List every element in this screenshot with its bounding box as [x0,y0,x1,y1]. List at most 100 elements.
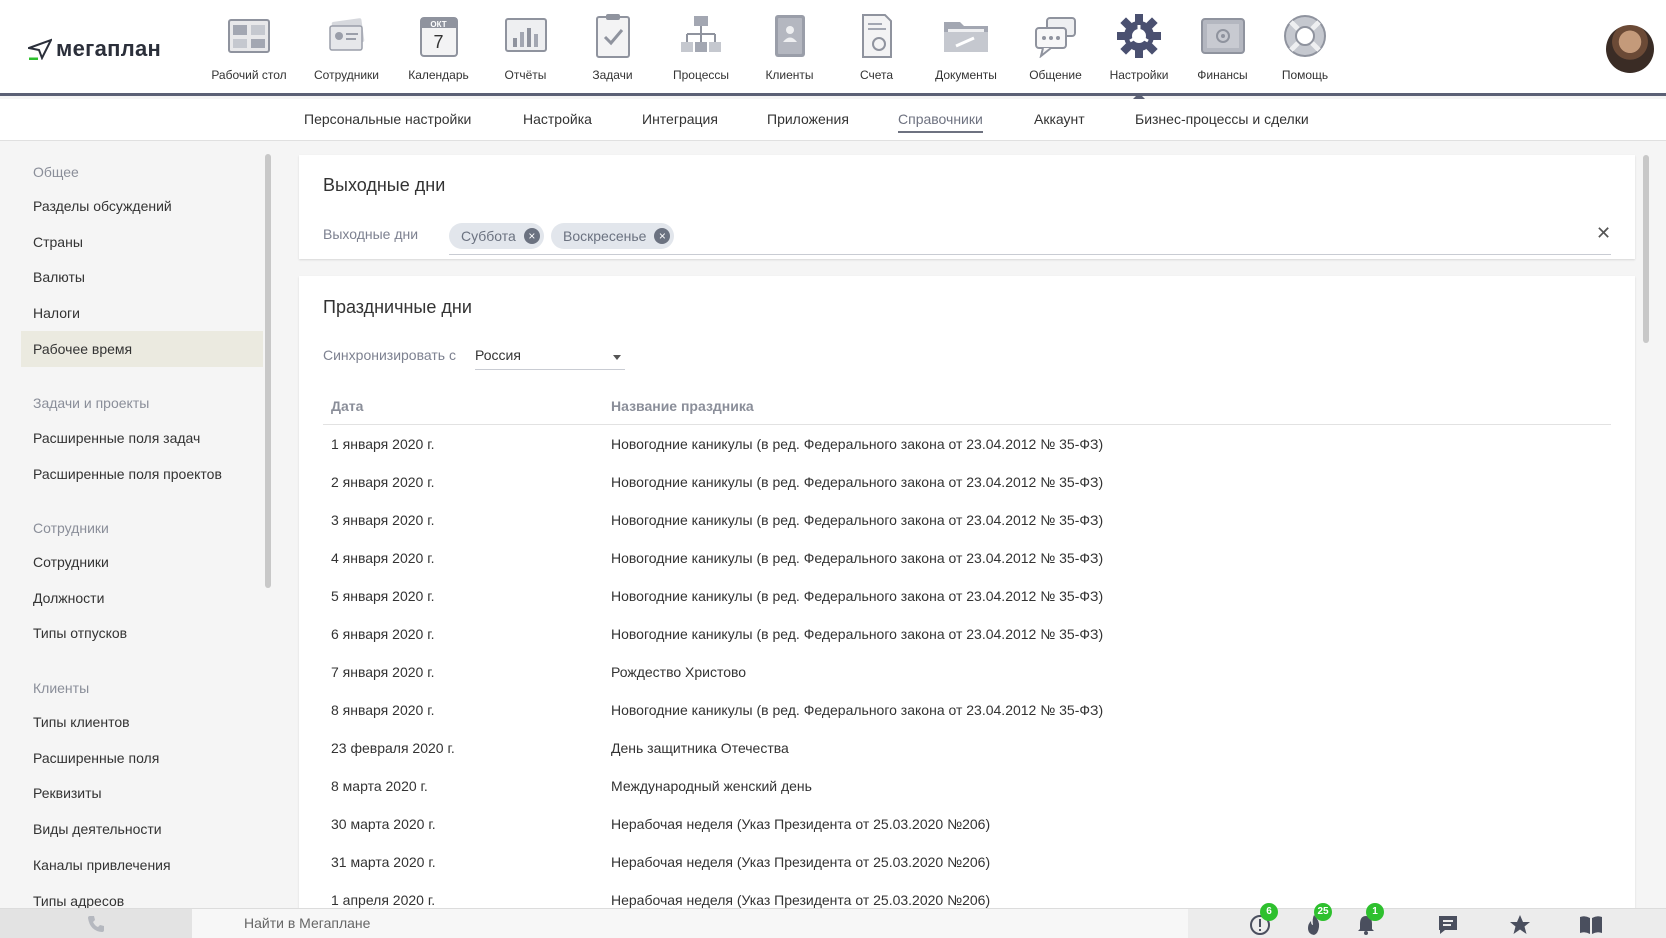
favorites-button[interactable] [1508,913,1532,937]
main-nav: Рабочий стол Сотрудники ОКТ 7 Календарь … [200,12,1344,99]
help-icon [1281,12,1329,60]
tab-directories[interactable]: Справочники [898,111,983,133]
notifications-badge: 1 [1366,903,1384,921]
nav-help[interactable]: Помощь [1266,12,1344,90]
nav-settings[interactable]: Настройки [1099,12,1179,99]
table-row[interactable]: 30 марта 2020 г. Нерабочая неделя (Указ П… [323,806,1611,844]
clients-icon [766,12,814,60]
column-header-date[interactable]: Дата [331,398,363,414]
table-row[interactable]: 5 января 2020 г. Новогодние каникулы (в р… [323,578,1611,616]
nav-desktop[interactable]: Рабочий стол [200,12,298,90]
phone-icon [88,916,104,932]
sidebar-item-client-types[interactable]: Типы клиентов [21,704,263,740]
sidebar-item-project-fields[interactable]: Расширенные поля проектов [21,456,263,492]
message-icon [1439,916,1457,934]
main-scrollbar[interactable] [1643,155,1649,343]
sidebar-item-task-fields[interactable]: Расширенные поля задач [21,420,263,456]
nav-clients[interactable]: Клиенты [746,12,833,90]
table-row[interactable]: 4 января 2020 г. Новогодние каникулы (в р… [323,540,1611,578]
logo[interactable]: мегаплан [28,34,161,64]
table-row[interactable]: 31 марта 2020 г. Нерабочая неделя (Указ П… [323,844,1611,882]
documents-icon [942,12,990,60]
table-row[interactable]: 1 апреля 2020 г. Нерабочая неделя (Указ П… [323,882,1611,908]
sidebar-item-requisites[interactable]: Реквизиты [21,775,263,811]
finance-icon [1199,12,1247,60]
sidebar-group-clients: Клиенты [33,680,90,696]
logo-text: мегаплан [56,36,162,61]
sidebar-group-general: Общее [33,164,79,180]
logo-plane-icon [28,38,52,60]
book-icon [1580,916,1602,934]
alerts-button[interactable]: 6 [1248,903,1278,937]
tasks-icon [589,12,637,60]
table-row[interactable]: 6 января 2020 г. Новогодние каникулы (в р… [323,616,1611,654]
sidebar: Общее Разделы обсуждений Страны Валюты Н… [0,142,280,908]
nav-processes[interactable]: Процессы [656,12,746,90]
weekends-title: Выходные дни [323,175,446,195]
tab-personal-settings[interactable]: Персональные настройки [304,111,471,127]
tab-integration[interactable]: Интеграция [642,111,718,127]
search-input[interactable] [244,915,1144,931]
messages-button[interactable] [1436,913,1460,937]
sidebar-item-extended-fields[interactable]: Расширенные поля [21,740,263,776]
phone-button[interactable] [0,909,192,938]
sync-label: Синхронизировать с [323,347,456,363]
sidebar-item-employees[interactable]: Сотрудники [21,544,263,580]
star-icon [1510,915,1530,934]
table-row[interactable]: 8 января 2020 г. Новогодние каникулы (в р… [323,692,1611,730]
sidebar-item-positions[interactable]: Должности [21,580,263,616]
nav-chat[interactable]: Общение [1012,12,1099,90]
column-header-holiday-name[interactable]: Название праздника [611,398,754,414]
tab-setup[interactable]: Настройка [523,111,592,127]
nav-invoices[interactable]: Счета [833,12,920,90]
table-row[interactable]: 8 марта 2020 г. Международный женский ден… [323,768,1611,806]
nav-reports[interactable]: Отчёты [482,12,569,90]
settings-icon [1115,12,1163,60]
sidebar-item-leave-types[interactable]: Типы отпусков [21,615,263,651]
table-row[interactable]: 7 января 2020 г. Рождество Христово [323,654,1611,692]
sidebar-item-activity-types[interactable]: Виды деятельности [21,811,263,847]
table-row[interactable]: 23 февраля 2020 г. День защитника Отечест… [323,730,1611,768]
user-avatar[interactable] [1606,25,1654,73]
sidebar-group-employees: Сотрудники [33,520,109,536]
hot-badge: 25 [1314,903,1332,921]
weekends-input-underline[interactable] [449,254,1611,255]
sub-nav: Персональные настройки Настройка Интегра… [0,99,1666,141]
sidebar-item-taxes[interactable]: Налоги [21,295,263,331]
tab-business-processes[interactable]: Бизнес-процессы и сделки [1135,111,1309,127]
nav-calendar[interactable]: ОКТ 7 Календарь [395,12,482,90]
sidebar-item-working-time[interactable]: Рабочее время [21,331,263,367]
sidebar-item-acquisition-channels[interactable]: Каналы привлечения [21,847,263,883]
remove-chip-icon[interactable]: × [523,228,540,244]
nav-documents[interactable]: Документы [920,12,1012,90]
sidebar-group-tasks-projects: Задачи и проекты [33,395,150,411]
remove-chip-icon[interactable]: × [654,228,671,244]
weekends-field-label: Выходные дни [323,226,419,242]
alerts-badge: 6 [1260,903,1278,921]
weekends-card: Выходные дни Выходные дни Суббота × Воск… [299,155,1635,259]
weekend-chip-saturday[interactable]: Суббота × [449,223,544,249]
knowledge-base-button[interactable] [1578,913,1602,937]
notifications-button[interactable]: 1 [1354,903,1384,937]
tab-account[interactable]: Аккаунт [1034,111,1085,127]
nav-tasks[interactable]: Задачи [569,12,656,90]
sidebar-item-address-types[interactable]: Типы адресов [21,883,263,908]
nav-employees[interactable]: Сотрудники [298,12,395,90]
chevron-down-icon [613,355,621,360]
clear-icon[interactable]: ✕ [1596,223,1611,244]
sync-country-select[interactable]: Россия [475,344,625,370]
nav-finance[interactable]: Финансы [1179,12,1266,90]
sidebar-scrollbar[interactable] [265,154,271,588]
holidays-card: Праздничные дни Синхронизировать с Росси… [299,276,1635,908]
table-row[interactable]: 2 января 2020 г. Новогодние каникулы (в р… [323,464,1611,502]
tab-apps[interactable]: Приложения [767,111,849,127]
sidebar-item-discussion-sections[interactable]: Разделы обсуждений [21,188,263,224]
header-divider [323,424,1611,425]
calendar-day: 7 [433,32,444,52]
table-row[interactable]: 3 января 2020 г. Новогодние каникулы (в р… [323,502,1611,540]
sidebar-item-currencies[interactable]: Валюты [21,259,263,295]
sidebar-item-countries[interactable]: Страны [21,224,263,260]
weekend-chip-sunday[interactable]: Воскресенье × [551,223,675,249]
table-row[interactable]: 1 января 2020 г. Новогодние каникулы (в р… [323,426,1611,464]
hot-button[interactable]: 25 [1302,903,1332,937]
